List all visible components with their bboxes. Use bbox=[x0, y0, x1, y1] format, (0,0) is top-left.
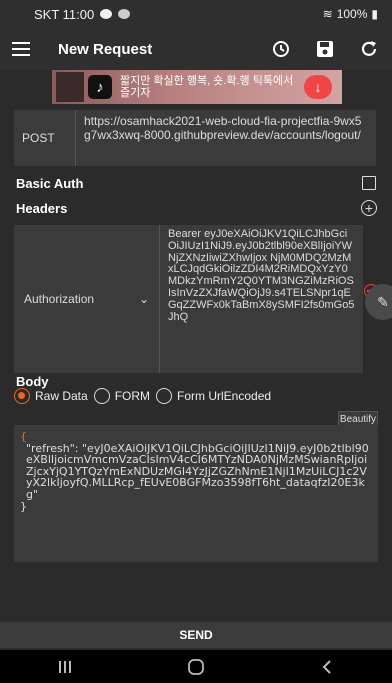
edit-pencil-icon[interactable]: ✎ bbox=[365, 284, 392, 320]
headers-label: Headers bbox=[16, 201, 68, 216]
battery-icon: ▮ bbox=[371, 7, 378, 21]
status-right: ≋ 100% ▮ bbox=[323, 7, 378, 21]
back-icon[interactable] bbox=[313, 655, 341, 679]
radio-form-urlencoded-label: Form UrlEncoded bbox=[177, 389, 272, 403]
json-brace-close: } bbox=[20, 499, 27, 513]
app-actions bbox=[270, 38, 380, 60]
save-icon[interactable] bbox=[314, 38, 336, 60]
status-left: SKT 11:00 bbox=[34, 6, 131, 22]
body-label: Body bbox=[16, 374, 49, 389]
radio-form-label: FORM bbox=[114, 389, 151, 403]
json-brace-open: { bbox=[20, 430, 27, 443]
header-row: Authorization ⌄ Bearer eyJ0eXAiOiJKV1QiL… bbox=[14, 225, 363, 373]
basic-auth-checkbox[interactable] bbox=[362, 176, 376, 190]
header-key-select[interactable]: Authorization ⌄ bbox=[14, 225, 160, 373]
radio-form-urlencoded[interactable] bbox=[156, 388, 173, 404]
wifi-signal-icon: ≋ bbox=[322, 7, 333, 21]
download-icon[interactable]: ↓ bbox=[304, 75, 332, 99]
recent-apps-icon[interactable] bbox=[51, 655, 79, 679]
header-key-label: Authorization bbox=[24, 292, 95, 306]
json-body-content: "refresh": "eyJ0eXAiOiJKV1QiLCJhbGciOiJI… bbox=[26, 441, 369, 501]
ad-text: 짧지만 확실한 행복, 숏.확.행 틱톡에서 즐기자 bbox=[120, 75, 294, 99]
raw-body-editor[interactable]: { "refresh": "eyJ0eXAiOiJKV1QiLCJhbGciOi… bbox=[14, 425, 378, 562]
radio-raw-data-label: Raw Data bbox=[35, 389, 88, 403]
ad-thumbnail bbox=[56, 72, 84, 102]
send-button[interactable]: SEND bbox=[0, 622, 392, 648]
header-value-input[interactable]: Bearer eyJ0eXAiOiJKV1QiLCJhbGciOiJIUzI1N… bbox=[160, 225, 363, 373]
method-select[interactable]: POST bbox=[14, 110, 76, 166]
system-nav-bar bbox=[0, 650, 392, 683]
tiktok-logo-icon: ♪ bbox=[88, 75, 112, 99]
radio-raw-data[interactable] bbox=[14, 388, 30, 404]
status-bar: SKT 11:00 ≋ 100% ▮ bbox=[0, 0, 392, 28]
app-bar: New Request bbox=[0, 28, 392, 70]
ad-banner[interactable]: ♪ 짧지만 확실한 행복, 숏.확.행 틱톡에서 즐기자 ↓ bbox=[52, 70, 342, 104]
menu-icon[interactable] bbox=[12, 42, 30, 56]
body-type-radio-group: Raw Data FORM Form UrlEncoded bbox=[14, 388, 277, 404]
refresh-icon[interactable] bbox=[358, 38, 380, 60]
chat-notification-icon bbox=[100, 9, 113, 19]
basic-auth-label: Basic Auth bbox=[16, 176, 84, 191]
chevron-down-icon: ⌄ bbox=[138, 292, 149, 306]
page-title: New Request bbox=[58, 40, 153, 58]
battery-percent: 100% bbox=[336, 7, 368, 21]
radio-form[interactable] bbox=[93, 388, 110, 404]
url-input[interactable]: https://osamhack2021-web-cloud-fia-proje… bbox=[76, 110, 376, 166]
add-header-icon[interactable]: + bbox=[361, 200, 377, 216]
home-icon[interactable] bbox=[182, 655, 210, 679]
status-carrier-time: SKT 11:00 bbox=[34, 6, 95, 22]
app-notification-icon bbox=[118, 9, 131, 19]
request-url-box: POST https://osamhack2021-web-cloud-fia-… bbox=[14, 110, 376, 166]
history-icon[interactable] bbox=[270, 38, 292, 60]
